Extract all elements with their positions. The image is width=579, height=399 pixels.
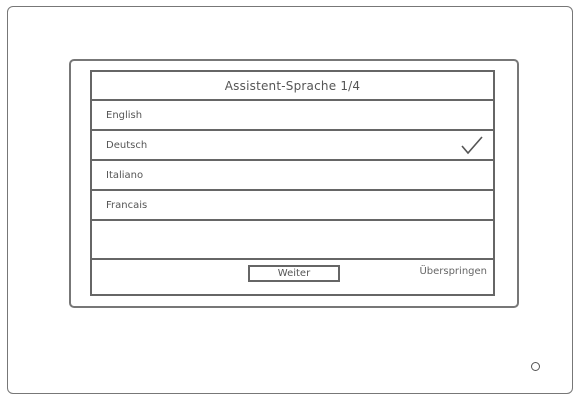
language-option-italiano[interactable]: Italiano <box>92 161 493 191</box>
language-option-deutsch[interactable]: Deutsch <box>92 131 493 161</box>
checkmark-icon <box>461 136 483 155</box>
language-label: Italiano <box>106 169 144 181</box>
language-label: Deutsch <box>106 139 148 151</box>
next-button[interactable]: Weiter <box>248 265 340 282</box>
skip-button[interactable]: Überspringen <box>419 266 487 277</box>
page-title: Assistent-Sprache 1/4 <box>92 72 493 101</box>
language-option-francais[interactable]: Francais <box>92 191 493 221</box>
language-option-english[interactable]: English <box>92 101 493 131</box>
setup-wizard-screen: Assistent-Sprache 1/4 English Deutsch It… <box>90 70 495 296</box>
language-label: Francais <box>106 199 148 211</box>
led-indicator-icon <box>531 362 540 371</box>
empty-list-row <box>92 221 493 260</box>
language-label: English <box>106 109 143 121</box>
wizard-footer: Weiter Überspringen <box>92 260 493 294</box>
